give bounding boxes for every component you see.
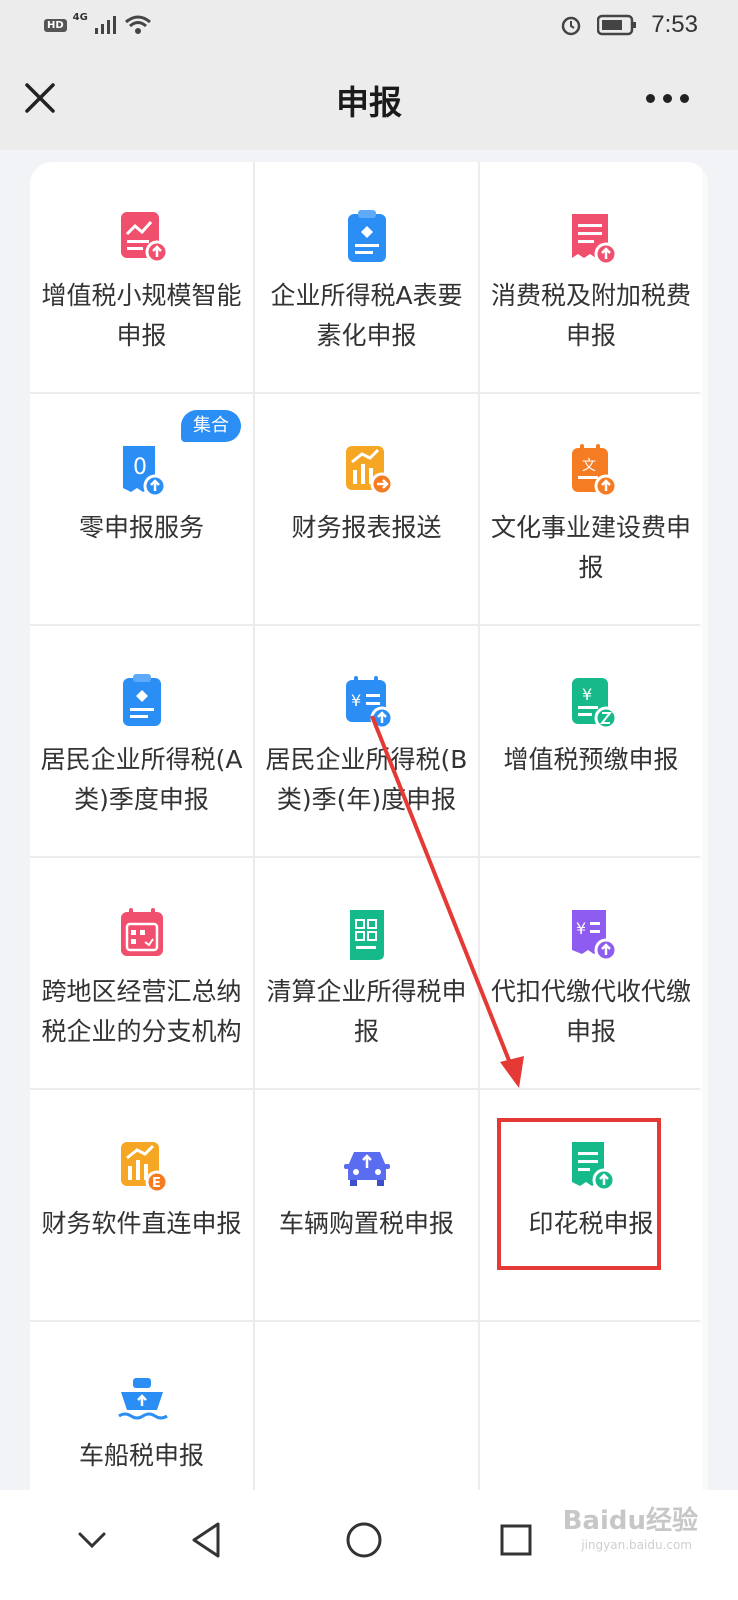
service-grid: 增值税小规模智能申报 企业所得税A表要素化申报 消费税及附加税费申报 集合 0 … [30, 162, 702, 1542]
service-item-withholding[interactable]: ¥ 代扣代缴代收代缴申报 [480, 858, 702, 1088]
service-label: 财务报表报送 [291, 513, 442, 542]
service-label: 居民企业所得税(A类)季度申报 [40, 745, 243, 814]
signal-icon [94, 16, 116, 34]
app-header: 申报 [0, 52, 738, 150]
collection-badge: 集合 [181, 410, 241, 442]
service-item-vat-small-scale[interactable]: 增值税小规模智能申报 [30, 162, 253, 392]
service-item-vehicle-purchase[interactable]: 车辆购置税申报 [255, 1090, 478, 1320]
back-icon[interactable] [178, 1510, 238, 1570]
service-item-software-direct[interactable]: E 财务软件直连申报 [30, 1090, 253, 1320]
alarm-icon [562, 16, 581, 36]
battery-icon [597, 14, 637, 36]
more-dot [663, 93, 672, 103]
calendar-yen-icon: ¥ [345, 676, 393, 730]
recents-icon[interactable] [486, 1510, 546, 1570]
svg-text:文: 文 [582, 458, 596, 474]
home-icon[interactable] [334, 1510, 394, 1570]
yen-receipt-icon: ¥ [572, 678, 618, 730]
watermark-url: jingyan.baidu.com [581, 1538, 692, 1552]
service-item-cross-region[interactable]: 跨地区经营汇总纳税企业的分支机构 [30, 858, 253, 1088]
service-card: 增值税小规模智能申报 企业所得税A表要素化申报 消费税及附加税费申报 集合 0 … [30, 162, 708, 1542]
service-item-culture-fee[interactable]: 文 文化事业建设费申报 [480, 394, 702, 624]
calendar-icon [120, 908, 163, 956]
service-item-cit-a-form[interactable]: 企业所得税A表要素化申报 [255, 162, 478, 392]
service-item-resident-cit-b[interactable]: ¥ 居民企业所得税(B类)季(年)度申报 [255, 626, 478, 856]
status-bar: HD 4G 7:53 [0, 0, 738, 52]
service-label: 跨地区经营汇总纳税企业的分支机构 [41, 977, 242, 1046]
receipt-icon [572, 214, 618, 266]
svg-text:¥: ¥ [582, 685, 592, 704]
zero-report-icon: 0 [122, 446, 166, 498]
service-item-vat-prepay[interactable]: ¥ 增值税预缴申报 [480, 626, 702, 856]
culture-fee-icon: 文 [572, 444, 618, 498]
watermark-logo: Baidu经验 [562, 1506, 698, 1536]
service-label: 文化事业建设费申报 [490, 513, 691, 582]
ship-icon [117, 1378, 168, 1420]
yen-upload-icon: ¥ [572, 910, 618, 962]
more-icon[interactable] [646, 90, 692, 106]
service-item-zero-report[interactable]: 集合 0 零申报服务 [30, 394, 253, 624]
software-e-icon: E [120, 1142, 168, 1194]
service-label: 车船税申报 [78, 1441, 204, 1470]
service-label: 居民企业所得税(B类)季(年)度申报 [265, 745, 468, 814]
service-item-liquidation-cit[interactable]: 清算企业所得税申报 [255, 858, 478, 1088]
more-dot [680, 93, 689, 103]
service-label: 增值税小规模智能申报 [41, 281, 242, 350]
service-label: 财务软件直连申报 [41, 1209, 242, 1238]
service-label: 代扣代缴代收代缴申报 [490, 977, 691, 1046]
service-item-consumption-tax[interactable]: 消费税及附加税费申报 [480, 162, 702, 392]
service-item-financial-statements[interactable]: 财务报表报送 [255, 394, 478, 624]
car-icon [343, 1152, 390, 1186]
clock: 7:53 [651, 11, 698, 38]
service-label: 消费税及附加税费申报 [490, 281, 691, 350]
service-item-resident-cit-a[interactable]: 居民企业所得税(A类)季度申报 [30, 626, 253, 856]
status-left: HD 4G [44, 12, 152, 38]
hd-badge: HD [44, 18, 67, 32]
report-icon [120, 212, 168, 264]
service-label: 清算企业所得税申报 [266, 977, 467, 1046]
highlight-box [497, 1118, 661, 1270]
clipboard-icon [122, 674, 161, 726]
status-right: 7:53 [559, 10, 698, 40]
more-dot [646, 93, 655, 103]
clipboard-icon [347, 210, 386, 262]
service-label: 车辆购置税申报 [278, 1209, 454, 1238]
network-label: 4G [72, 11, 88, 23]
service-label: 企业所得税A表要素化申报 [270, 281, 463, 350]
service-label: 零申报服务 [78, 513, 204, 542]
svg-text:E: E [152, 1176, 161, 1191]
svg-text:¥: ¥ [351, 691, 361, 710]
service-label: 增值税预缴申报 [503, 745, 679, 774]
svg-text:0: 0 [133, 455, 147, 480]
collapse-icon[interactable] [62, 1510, 122, 1570]
svg-text:¥: ¥ [576, 919, 586, 938]
page-title: 申报 [336, 83, 402, 122]
chart-send-icon [345, 446, 393, 496]
calculator-icon [349, 910, 384, 960]
wifi-icon [124, 15, 151, 34]
